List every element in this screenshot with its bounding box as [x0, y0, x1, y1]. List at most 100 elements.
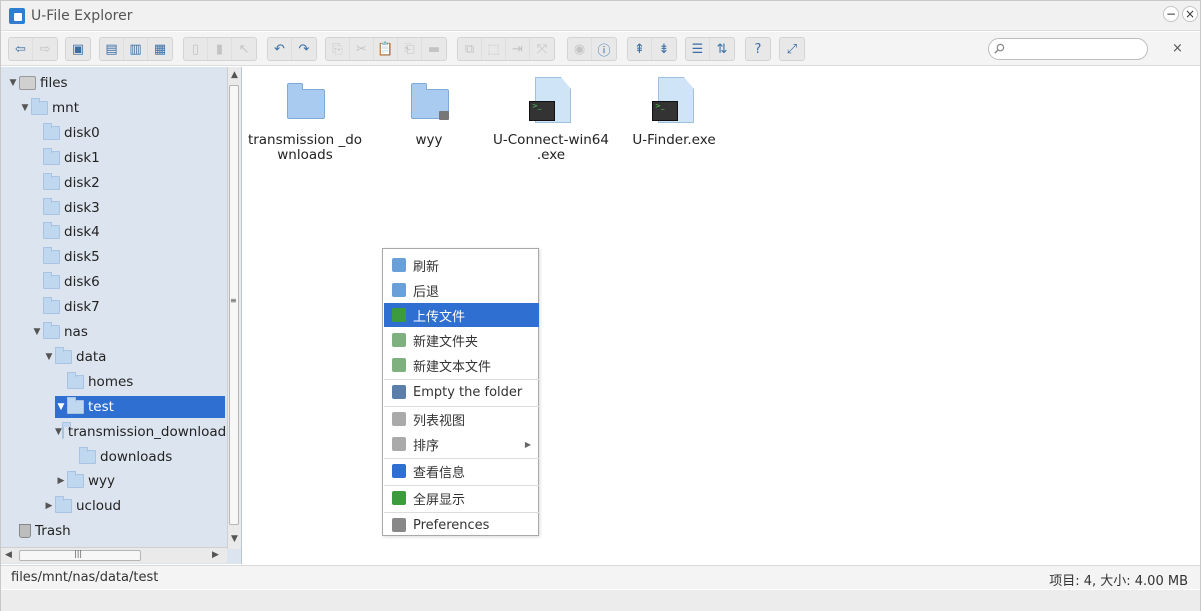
- menu-item-fullscreen[interactable]: 全屏显示: [384, 486, 539, 510]
- tree-item-disk7[interactable]: disk7: [31, 296, 100, 318]
- scroll-left-icon[interactable]: ◀: [5, 550, 12, 560]
- delete-icon[interactable]: ▬: [422, 38, 446, 60]
- sort-az-icon[interactable]: ⇅: [710, 38, 734, 60]
- expanded-arrow-icon[interactable]: ▼: [55, 402, 67, 412]
- search-input[interactable]: [1007, 39, 1137, 59]
- vertical-scroll-thumb[interactable]: ≡: [229, 85, 239, 525]
- tree-item-trash[interactable]: Trash: [7, 520, 71, 542]
- open-icon[interactable]: ▯: [184, 38, 208, 60]
- menu-item-new-text-file[interactable]: 新建文本文件: [384, 353, 539, 377]
- folder-icon: [67, 396, 84, 414]
- menu-item-upload[interactable]: 上传文件: [384, 303, 539, 327]
- fullscreen-icon[interactable]: ⤢: [780, 38, 804, 60]
- expanded-arrow-icon[interactable]: ▼: [55, 427, 62, 437]
- tree-item-transmission-downloads[interactable]: ▼ transmission_downloads: [55, 421, 225, 443]
- copy-icon[interactable]: ⎘: [326, 38, 350, 60]
- network-drive-icon[interactable]: ▣: [66, 38, 90, 60]
- new-file-icon[interactable]: ▥: [124, 38, 148, 60]
- toolbar-group: ⎘ ✂ 📋 ⎗ ▬: [325, 37, 447, 61]
- tree-item-homes[interactable]: homes: [55, 371, 133, 393]
- file-item[interactable]: transmission _downloads: [243, 73, 367, 163]
- tree-item-disk4[interactable]: disk4: [31, 221, 100, 243]
- new-text-file-icon: [392, 358, 406, 372]
- terminal-icon: >_: [652, 101, 678, 121]
- collapsed-arrow-icon[interactable]: ▶: [43, 501, 55, 511]
- toolbar-group: ⇦ ⇨: [8, 37, 58, 61]
- tree-item-disk3[interactable]: disk3: [31, 197, 100, 219]
- scroll-right-icon[interactable]: ▶: [212, 550, 219, 560]
- folder-icon: [43, 272, 60, 290]
- menu-item-empty-folder[interactable]: Empty the folder: [384, 380, 539, 404]
- preview-icon[interactable]: ◉: [568, 38, 592, 60]
- file-name: U-Finder.exe: [632, 132, 716, 148]
- tree-item-downloads[interactable]: downloads: [67, 446, 172, 468]
- menu-item-refresh[interactable]: 刷新: [384, 253, 539, 277]
- back-icon[interactable]: ⇦: [9, 38, 33, 60]
- scroll-down-icon[interactable]: ▼: [231, 534, 238, 544]
- tree-item-wyy[interactable]: ▶ wyy: [55, 470, 115, 492]
- tree-item-nas[interactable]: ▼ nas: [31, 321, 88, 343]
- upload-icon[interactable]: ▦: [148, 38, 172, 60]
- redo-icon[interactable]: ↷: [292, 38, 316, 60]
- tree-item-ucloud[interactable]: ▶ ucloud: [43, 495, 121, 517]
- menu-item-label: 后退: [413, 284, 440, 300]
- select-icon[interactable]: ↖: [232, 38, 256, 60]
- undo-icon[interactable]: ↶: [268, 38, 292, 60]
- cut-icon[interactable]: ✂: [350, 38, 374, 60]
- menu-item-sort[interactable]: 排序 ▶: [384, 432, 539, 456]
- expanded-arrow-icon[interactable]: ▼: [43, 352, 55, 362]
- resize-icon[interactable]: ⤧: [530, 38, 554, 60]
- horizontal-scroll-thumb[interactable]: |||: [19, 549, 141, 561]
- tree-horizontal-scrollbar[interactable]: ◀ ||| ▶: [1, 547, 227, 563]
- help-icon[interactable]: ?: [746, 38, 770, 60]
- expanded-arrow-icon[interactable]: ▼: [7, 78, 19, 88]
- scroll-up-icon[interactable]: ▲: [231, 70, 238, 80]
- tree-item-disk1[interactable]: disk1: [31, 147, 100, 169]
- menu-item-list-view[interactable]: 列表视图: [384, 407, 539, 431]
- new-folder-icon[interactable]: ▤: [100, 38, 124, 60]
- file-item[interactable]: >_ U-Finder.exe: [612, 73, 736, 148]
- tree-item-files[interactable]: ▼ files: [7, 72, 68, 94]
- extract-icon[interactable]: ⇥: [506, 38, 530, 60]
- close-search-icon[interactable]: ×: [1172, 41, 1183, 56]
- collapsed-arrow-icon[interactable]: ▶: [55, 476, 67, 486]
- tree-vertical-scrollbar[interactable]: ▲ ≡ ▼: [227, 67, 241, 549]
- tree-item-disk0[interactable]: disk0: [31, 122, 100, 144]
- folder-icon: [55, 496, 72, 514]
- tree-item-disk6[interactable]: disk6: [31, 271, 100, 293]
- tree-item-label: downloads: [100, 448, 173, 465]
- duplicate-icon[interactable]: ⧉: [458, 38, 482, 60]
- forward-icon[interactable]: ⇨: [33, 38, 57, 60]
- tree-item-mnt[interactable]: ▼ mnt: [19, 97, 79, 119]
- menu-item-gear[interactable]: Preferences: [384, 513, 539, 537]
- tree-item-data[interactable]: ▼ data: [43, 346, 106, 368]
- file-name: transmission _downloads: [247, 132, 363, 163]
- tree-item-disk5[interactable]: disk5: [31, 246, 100, 268]
- download-icon[interactable]: ▮: [208, 38, 232, 60]
- select-all-icon[interactable]: ⬚: [482, 38, 506, 60]
- sort-down-icon[interactable]: ⇟: [652, 38, 676, 60]
- folder-icon: [43, 122, 60, 140]
- minimize-button[interactable]: −: [1163, 6, 1179, 22]
- menu-item-label: 全屏显示: [413, 492, 466, 508]
- file-item[interactable]: wyy: [367, 73, 491, 148]
- sort-up-icon[interactable]: ⇞: [628, 38, 652, 60]
- menu-item-back[interactable]: 后退: [384, 278, 539, 302]
- search-box: [988, 38, 1148, 60]
- info-icon[interactable]: ⓘ: [592, 38, 616, 60]
- list-view-icon[interactable]: ☰: [686, 38, 710, 60]
- tree-item-disk2[interactable]: disk2: [31, 172, 100, 194]
- close-window-button[interactable]: ×: [1182, 6, 1198, 22]
- menu-item-new-folder[interactable]: 新建文件夹: [384, 328, 539, 352]
- expanded-arrow-icon[interactable]: ▼: [31, 327, 43, 337]
- toolbar-group: ⤢: [779, 37, 805, 61]
- paste-icon[interactable]: 📋: [374, 38, 398, 60]
- expanded-arrow-icon[interactable]: ▼: [19, 103, 31, 113]
- tree-item-test[interactable]: ▼ test: [55, 395, 225, 418]
- copy-to-icon[interactable]: ⎗: [398, 38, 422, 60]
- gear-icon: [392, 518, 406, 532]
- tree-item-label: disk6: [64, 274, 100, 291]
- menu-item-info[interactable]: 查看信息: [384, 459, 539, 483]
- tree-item-label: files: [40, 75, 68, 91]
- file-item[interactable]: >_ U-Connect-win64 .exe: [489, 73, 613, 163]
